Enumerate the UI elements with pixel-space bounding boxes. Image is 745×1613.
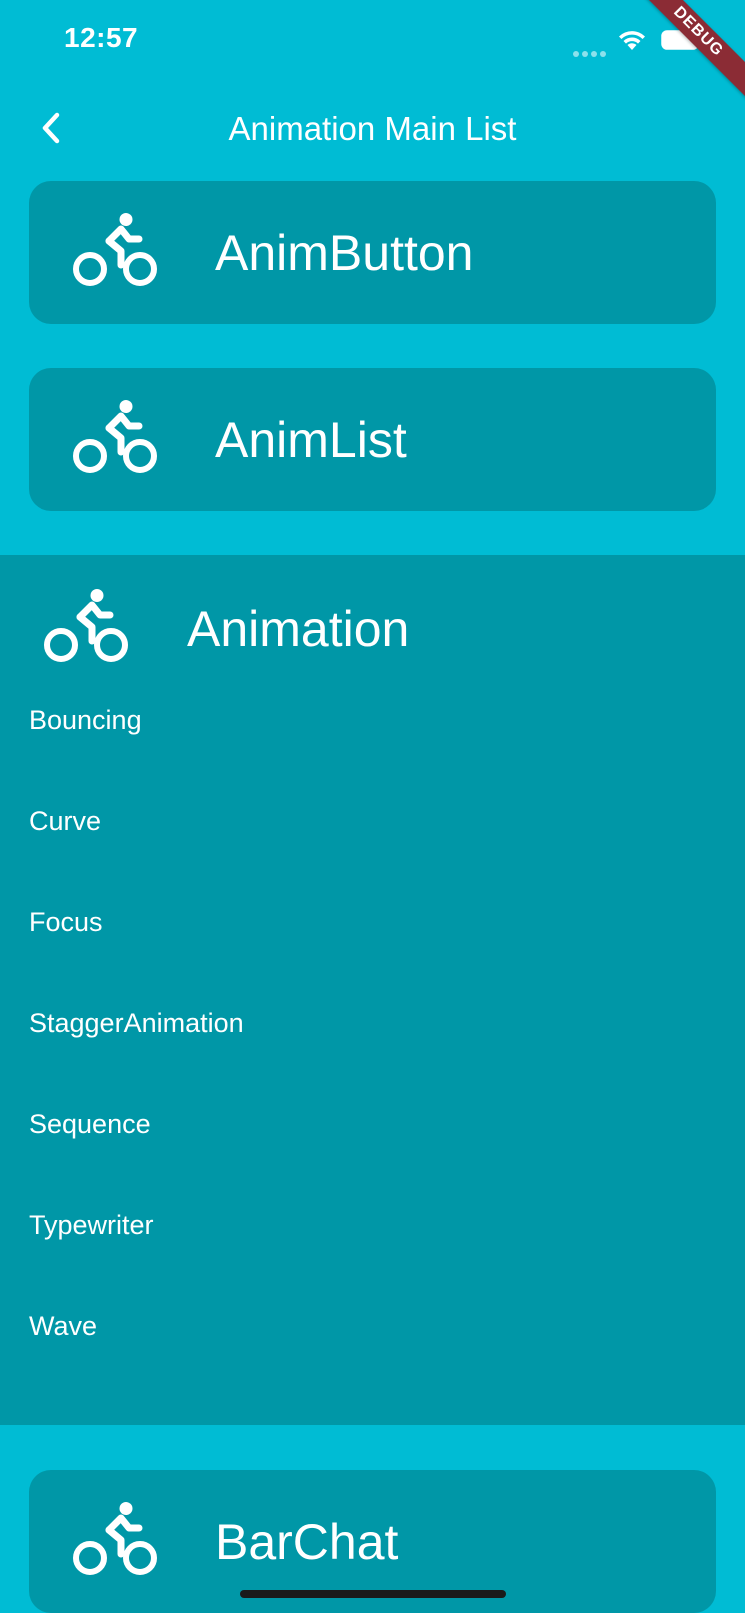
sub-list: Bouncing Curve Focus StaggerAnimation Se…	[0, 679, 745, 1386]
sub-item-label: Typewriter	[29, 1210, 154, 1240]
home-indicator[interactable]	[240, 1590, 506, 1598]
wifi-icon	[619, 31, 645, 50]
list-item-label: AnimList	[215, 412, 407, 468]
sub-item-sequence[interactable]: Sequence	[0, 1083, 745, 1184]
sub-item-label: Focus	[29, 907, 103, 937]
sub-item-label: Sequence	[29, 1109, 151, 1139]
status-time: 12:57	[64, 22, 139, 53]
expanded-header[interactable]: Animation	[0, 555, 745, 679]
sub-item-curve[interactable]: Curve	[0, 780, 745, 881]
app-bar: Animation Main List	[0, 90, 745, 170]
list-item-animbutton[interactable]: AnimButton	[29, 181, 716, 324]
sub-item-label: StaggerAnimation	[29, 1008, 244, 1038]
sub-item-staggeranimation[interactable]: StaggerAnimation	[0, 982, 745, 1083]
list-item-animlist[interactable]: AnimList	[29, 368, 716, 511]
bike-icon	[73, 213, 157, 286]
sub-item-label: Wave	[29, 1311, 98, 1341]
cellular-signal-icon	[573, 44, 609, 57]
list-item-label: AnimButton	[215, 225, 474, 281]
sub-item-typewriter[interactable]: Typewriter	[0, 1184, 745, 1285]
sub-item-label: Curve	[29, 806, 102, 836]
bike-icon	[73, 1502, 157, 1575]
sub-item-focus[interactable]: Focus	[0, 881, 745, 982]
page-title: Animation Main List	[228, 110, 517, 147]
sub-item-wave[interactable]: Wave	[0, 1285, 745, 1386]
sub-item-label: Bouncing	[29, 705, 142, 735]
screen: 12:57 DEBUG Animation Main List AnimButt…	[0, 0, 745, 1613]
list-item-label: BarChat	[215, 1514, 399, 1570]
expanded-title: Animation	[187, 601, 410, 657]
bike-icon	[73, 400, 157, 473]
expanded-section-animation: Animation Bouncing Curve Focus StaggerAn…	[0, 555, 745, 1425]
sub-item-bouncing[interactable]: Bouncing	[0, 679, 745, 780]
status-bar: 12:57 DEBUG	[0, 0, 745, 101]
bike-icon	[44, 589, 128, 662]
